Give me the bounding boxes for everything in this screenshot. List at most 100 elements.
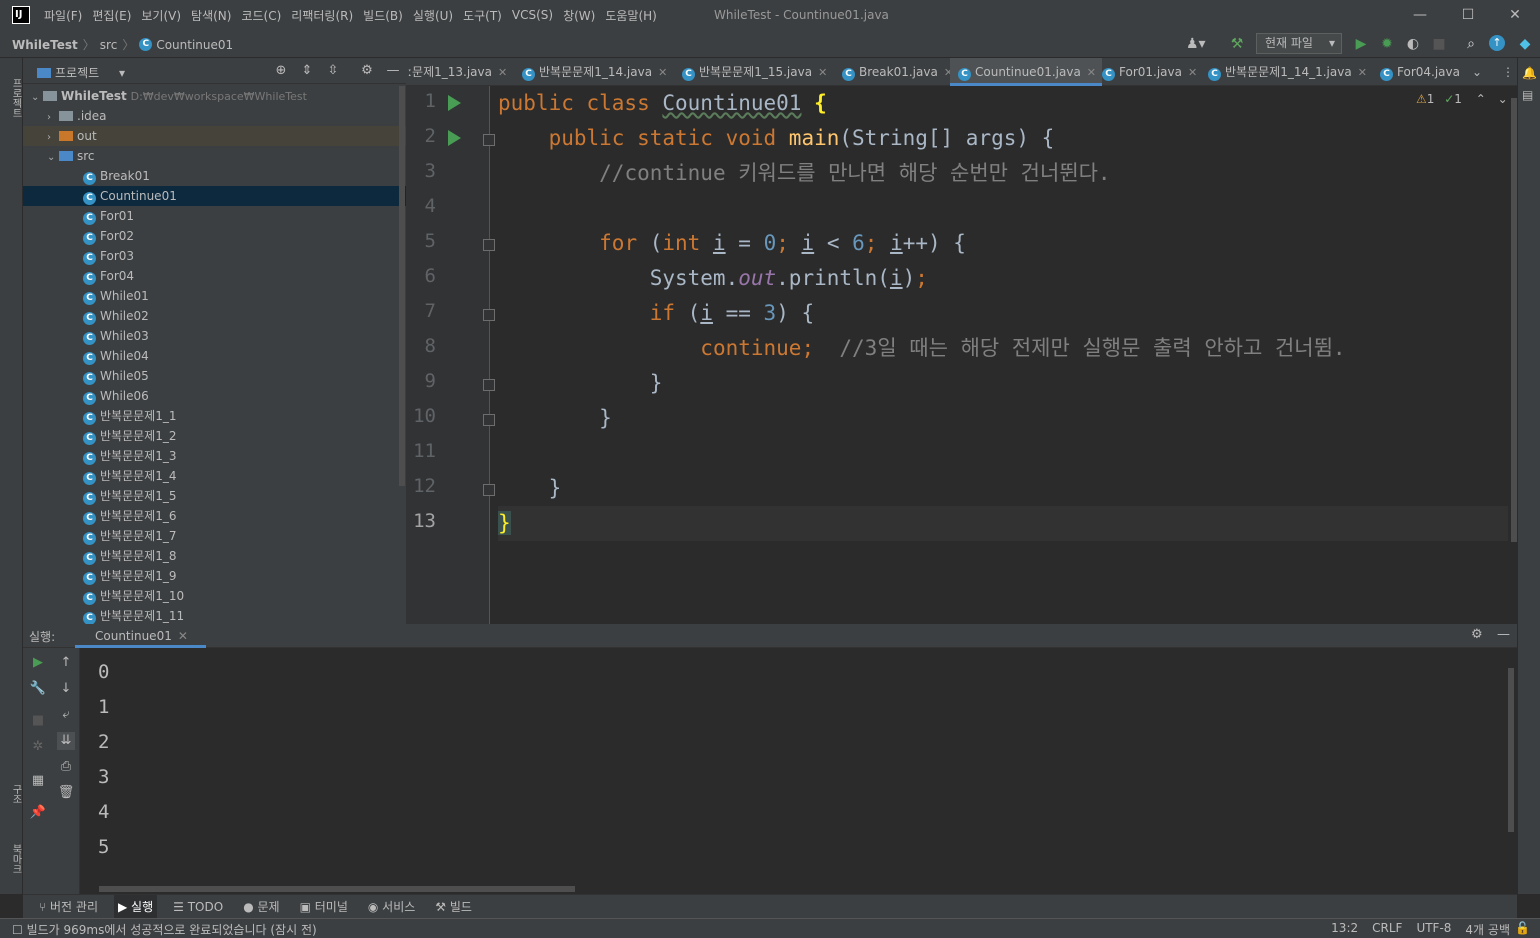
project-view-selector[interactable]: 프로젝트 ▾ bbox=[37, 64, 125, 81]
close-icon[interactable]: ✕ bbox=[818, 66, 827, 79]
menu-file[interactable]: 파일(F) bbox=[44, 7, 82, 24]
tree-file[interactable]: C 반복문문제1_10 bbox=[23, 586, 406, 606]
more-vertical-icon[interactable]: ⋮ bbox=[1502, 58, 1514, 86]
debug-icon[interactable]: ✹ bbox=[1378, 35, 1396, 53]
tab-build[interactable]: ⚒ 빌드 bbox=[431, 895, 476, 919]
chevron-down-icon[interactable]: ⌄ bbox=[1472, 58, 1482, 86]
tree-file[interactable]: C 반복문문제1_2 bbox=[23, 426, 406, 446]
update-icon[interactable]: ↑ bbox=[1489, 35, 1505, 51]
arrow-up-icon[interactable]: ↑ bbox=[57, 654, 75, 672]
minimize-button[interactable]: — bbox=[1410, 5, 1430, 25]
tree-file[interactable]: C For01 bbox=[23, 206, 406, 226]
expand-all-icon[interactable]: ⇕ bbox=[299, 63, 315, 79]
menu-navigate[interactable]: 탐색(N) bbox=[191, 7, 231, 24]
menu-refactor[interactable]: 리팩터링(R) bbox=[291, 7, 353, 24]
tab-problems[interactable]: ● 문제 bbox=[239, 895, 283, 919]
tab-file[interactable]: C Break01.java ✕ bbox=[842, 58, 953, 86]
collapse-all-icon[interactable]: ⇳ bbox=[325, 63, 341, 79]
close-icon[interactable]: ✕ bbox=[178, 629, 188, 643]
hide-icon[interactable]: — bbox=[385, 63, 401, 79]
tree-file[interactable]: C For04 bbox=[23, 266, 406, 286]
menu-tools[interactable]: 도구(T) bbox=[463, 7, 502, 24]
gear-icon[interactable]: ⚙ bbox=[359, 63, 375, 79]
bookmarks-tool-button[interactable]: 북마크 bbox=[0, 832, 23, 886]
fold-icon[interactable] bbox=[483, 134, 495, 146]
search-icon[interactable]: ⌕ bbox=[1462, 35, 1480, 53]
menu-view[interactable]: 보기(V) bbox=[141, 7, 181, 24]
close-icon[interactable]: ✕ bbox=[498, 66, 507, 79]
tree-file[interactable]: C 반복문문제1_4 bbox=[23, 466, 406, 486]
console-scrollbar[interactable] bbox=[1508, 668, 1514, 832]
notifications-icon[interactable]: 🔔 bbox=[1522, 66, 1537, 80]
tree-file[interactable]: C 반복문문제1_6 bbox=[23, 506, 406, 526]
hammer-build-icon[interactable]: ⚒ bbox=[1228, 35, 1246, 53]
tree-file[interactable]: C 반복문문제1_1 bbox=[23, 406, 406, 426]
tree-file[interactable]: C While04 bbox=[23, 346, 406, 366]
tab-file[interactable]: C For01.java ✕ bbox=[1102, 58, 1197, 86]
tab-file[interactable]: ː문제1_13.java ✕ bbox=[408, 58, 507, 86]
tab-file[interactable]: C 반복문문제1_15.java ✕ bbox=[682, 58, 827, 86]
close-icon[interactable]: ✕ bbox=[1358, 66, 1367, 79]
run-config-select[interactable]: 현재 파일 ▾ bbox=[1256, 33, 1342, 54]
close-icon[interactable]: ✕ bbox=[658, 66, 667, 79]
console-output[interactable]: 0 1 2 3 4 5 bbox=[98, 660, 109, 870]
layout-icon[interactable]: ▦ bbox=[29, 772, 47, 790]
breadcrumb-project[interactable]: WhileTest bbox=[12, 38, 78, 52]
tree-folder-out[interactable]: › out bbox=[23, 126, 406, 146]
indent-setting[interactable]: 4개 공백 bbox=[1465, 921, 1510, 938]
tree-file[interactable]: C 반복문문제1_3 bbox=[23, 446, 406, 466]
tab-run[interactable]: ▶ 실행 bbox=[114, 894, 158, 919]
menu-edit[interactable]: 편집(E) bbox=[92, 7, 131, 24]
tree-root[interactable]: ⌄ WhileTest D:₩dev₩workspace₩WhileTest bbox=[23, 86, 406, 106]
pin-icon[interactable]: 📌 bbox=[29, 804, 47, 822]
hide-icon[interactable]: — bbox=[1497, 627, 1510, 642]
lock-icon[interactable]: 🔓 bbox=[1515, 921, 1530, 935]
menu-run[interactable]: 실행(U) bbox=[413, 7, 453, 24]
fold-icon[interactable] bbox=[483, 414, 495, 426]
tree-file[interactable]: C 반복문문제1_11 bbox=[23, 606, 406, 626]
close-window-button[interactable]: ✕ bbox=[1505, 5, 1525, 25]
close-icon[interactable]: ✕ bbox=[1188, 66, 1197, 79]
dump-threads-icon[interactable]: ✲ bbox=[29, 738, 47, 756]
breadcrumb-src[interactable]: src bbox=[100, 38, 118, 52]
locate-icon[interactable]: ⊕ bbox=[273, 63, 289, 79]
tab-file[interactable]: C 반복문문제1_14_1.java ✕ bbox=[1208, 58, 1367, 86]
layout-toggle-icon[interactable]: ☐ bbox=[12, 923, 27, 937]
tree-file[interactable]: C For02 bbox=[23, 226, 406, 246]
gear-icon[interactable]: ⚙ bbox=[1471, 627, 1483, 642]
print-icon[interactable]: ⎙ bbox=[57, 758, 75, 776]
code-area[interactable]: public class Countinue01 { public static… bbox=[498, 86, 1517, 624]
menu-help[interactable]: 도움말(H) bbox=[605, 7, 657, 24]
menu-build[interactable]: 빌드(B) bbox=[363, 7, 403, 24]
tab-file[interactable]: C 반복문문제1_14.java ✕ bbox=[522, 58, 667, 86]
tab-terminal[interactable]: ▣ 터미널 bbox=[296, 895, 352, 919]
tab-services[interactable]: ◉ 서비스 bbox=[364, 895, 419, 919]
tree-file[interactable]: C 반복문문제1_8 bbox=[23, 546, 406, 566]
fold-icon[interactable] bbox=[483, 379, 495, 391]
tab-todo[interactable]: ☰ TODO bbox=[169, 895, 227, 919]
menu-window[interactable]: 창(W) bbox=[563, 7, 595, 24]
fold-icon[interactable] bbox=[483, 484, 495, 496]
tree-file[interactable]: C Break01 bbox=[23, 166, 406, 186]
chevron-down-icon[interactable]: ⌄ bbox=[1498, 92, 1508, 106]
coverage-icon[interactable]: ◐ bbox=[1404, 35, 1422, 53]
user-icon[interactable]: ♟▾ bbox=[1186, 35, 1206, 53]
run-gutter-icon[interactable] bbox=[448, 95, 461, 111]
tree-file[interactable]: C 반복문문제1_5 bbox=[23, 486, 406, 506]
status-message[interactable]: ☐ 빌드가 969ms에서 성공적으로 완료되었습니다 (잠시 전) bbox=[12, 921, 317, 938]
soft-wrap-icon[interactable]: ⤶ bbox=[57, 706, 75, 724]
breadcrumb-file[interactable]: Countinue01 bbox=[156, 38, 233, 52]
tree-file[interactable]: C While01 bbox=[23, 286, 406, 306]
run-tab[interactable]: Countinue01 ✕ bbox=[75, 624, 206, 648]
tree-folder-src[interactable]: ⌄ src bbox=[23, 146, 406, 166]
fold-icon[interactable] bbox=[483, 309, 495, 321]
file-encoding[interactable]: UTF-8 bbox=[1416, 921, 1451, 938]
tree-file[interactable]: C While02 bbox=[23, 306, 406, 326]
close-icon[interactable]: ✕ bbox=[1087, 66, 1096, 79]
run-icon[interactable]: ▶ bbox=[1352, 35, 1370, 53]
caret-position[interactable]: 13:2 bbox=[1331, 921, 1358, 938]
line-separator[interactable]: CRLF bbox=[1372, 921, 1402, 938]
plugin-icon[interactable]: ◆ bbox=[1516, 35, 1534, 53]
menu-vcs[interactable]: VCS(S) bbox=[512, 8, 553, 22]
tree-file[interactable]: C While05 bbox=[23, 366, 406, 386]
